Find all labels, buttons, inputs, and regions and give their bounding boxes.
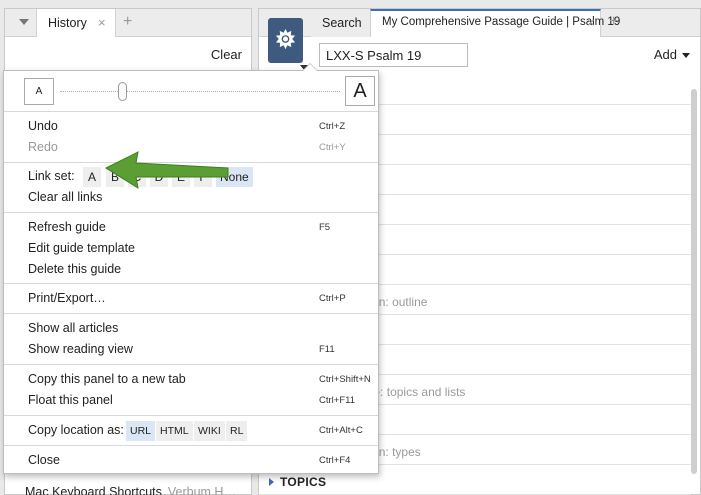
menu-item-label: Float this panel xyxy=(28,393,113,407)
add-tab-icon[interactable]: + xyxy=(609,13,618,31)
clear-history-button[interactable]: Clear xyxy=(211,47,242,62)
guide-tab-bar: Search My Comprehensive Passage Guide | … xyxy=(259,9,700,37)
tab-close-icon[interactable]: × xyxy=(587,15,595,30)
tab-passage-guide-label: My Comprehensive Passage Guide | Psalm 1… xyxy=(382,16,621,28)
menu-item-label: Link set: xyxy=(28,169,75,183)
copy-location-option[interactable]: WIKI xyxy=(194,421,225,441)
panel-menu-popup: A A Undo Ctrl+Z Redo Ctrl+Y Link set: AB… xyxy=(3,63,379,474)
menu-item-edit-template[interactable]: Edit guide template xyxy=(28,240,374,258)
menu-item-copy-panel[interactable]: Copy this panel to a new tab Ctrl+Shift+… xyxy=(28,371,374,389)
menu-divider xyxy=(4,212,378,213)
decrease-font-button[interactable]: A xyxy=(24,78,54,105)
menu-item-shortcut: Ctrl+Y xyxy=(319,142,346,153)
increase-font-button[interactable]: A xyxy=(345,76,375,106)
menu-item-shortcut: Ctrl+F4 xyxy=(319,455,351,466)
history-item-title: Mac Keyboard Shortcuts xyxy=(25,485,162,495)
seal-icon xyxy=(275,28,296,50)
font-size-slider[interactable] xyxy=(60,91,340,92)
add-button[interactable]: Add xyxy=(654,47,690,62)
add-tab-icon[interactable]: + xyxy=(123,13,132,31)
menu-item-undo[interactable]: Undo Ctrl+Z xyxy=(28,118,374,136)
panel-menu-chevron-icon[interactable] xyxy=(19,19,29,25)
menu-divider xyxy=(4,445,378,446)
menu-item-label: Show all articles xyxy=(28,321,119,335)
menu-item-shortcut: Ctrl+Z xyxy=(319,121,346,132)
menu-divider xyxy=(4,364,378,365)
add-button-label: Add xyxy=(653,47,677,62)
tab-search[interactable]: Search xyxy=(311,9,371,37)
menu-item-label: Clear all links xyxy=(28,190,103,204)
menu-divider xyxy=(4,415,378,416)
menu-item-label: Close xyxy=(28,453,60,467)
menu-item-shortcut: Ctrl+F11 xyxy=(319,395,355,406)
menu-divider xyxy=(4,283,378,284)
menu-item-shortcut: Ctrl+P xyxy=(319,293,346,304)
menu-item-label: Print/Export… xyxy=(28,291,106,305)
history-item-source: Verbum H… xyxy=(167,485,236,495)
annotation-arrow-icon xyxy=(104,151,229,190)
tab-history-label: History xyxy=(48,16,87,30)
passage-guide-icon[interactable] xyxy=(268,18,303,63)
menu-item-shortcut: Ctrl+Shift+N xyxy=(319,374,371,385)
menu-item-float-panel[interactable]: Float this panel Ctrl+F11 xyxy=(28,392,374,410)
menu-item-shortcut: F11 xyxy=(319,344,335,355)
menu-divider xyxy=(4,111,378,112)
menu-item-label: Undo xyxy=(28,119,58,133)
history-tab-bar: History × + xyxy=(5,9,251,37)
menu-item-copy-location: Copy location as: URL HTML WIKI RL Ctrl+Alt… xyxy=(28,421,374,441)
scrollbar[interactable] xyxy=(691,89,697,474)
copy-location-option[interactable]: HTML xyxy=(156,421,193,441)
menu-item-print-export[interactable]: Print/Export… Ctrl+P xyxy=(28,290,374,308)
menu-item-label: Copy location as: xyxy=(28,423,124,437)
popup-pointer xyxy=(302,63,318,71)
menu-item-label: Delete this guide xyxy=(28,262,122,276)
tab-passage-guide[interactable]: My Comprehensive Passage Guide | Psalm 1… xyxy=(370,9,620,37)
link-set-option[interactable]: A xyxy=(83,167,101,187)
copy-location-option[interactable]: RL xyxy=(226,421,248,441)
expand-triangle-icon[interactable] xyxy=(269,478,274,486)
copy-location-option[interactable]: URL xyxy=(126,421,156,441)
menu-item-refresh-guide[interactable]: Refresh guide F5 xyxy=(28,219,374,237)
menu-item-close[interactable]: Close Ctrl+F4 xyxy=(28,452,374,470)
menu-item-shortcut: Ctrl+Alt+C xyxy=(319,425,363,436)
menu-item-show-all-articles[interactable]: Show all articles xyxy=(28,320,374,338)
menu-item-label: Redo xyxy=(28,140,58,154)
guide-section-label: TOPICS xyxy=(280,475,327,489)
menu-item-delete-guide[interactable]: Delete this guide xyxy=(28,261,374,279)
font-size-slider-thumb[interactable] xyxy=(117,82,127,101)
menu-item-reading-view[interactable]: Show reading view F11 xyxy=(28,341,374,359)
history-item[interactable]: Mac Keyboard Shortcuts Verbum H… xyxy=(25,485,251,495)
menu-item-label: Edit guide template xyxy=(28,241,136,255)
reference-input[interactable] xyxy=(319,43,468,67)
chevron-down-icon xyxy=(682,53,690,59)
menu-item-label: Copy this panel to a new tab xyxy=(28,372,186,386)
menu-item-label: Refresh guide xyxy=(28,220,106,234)
tab-close-icon[interactable]: × xyxy=(98,15,106,30)
tab-search-label: Search xyxy=(322,16,362,30)
menu-divider xyxy=(4,313,378,314)
menu-item-shortcut: F5 xyxy=(319,222,331,233)
tab-history[interactable]: History × xyxy=(36,9,116,37)
menu-item-label: Show reading view xyxy=(28,342,133,356)
